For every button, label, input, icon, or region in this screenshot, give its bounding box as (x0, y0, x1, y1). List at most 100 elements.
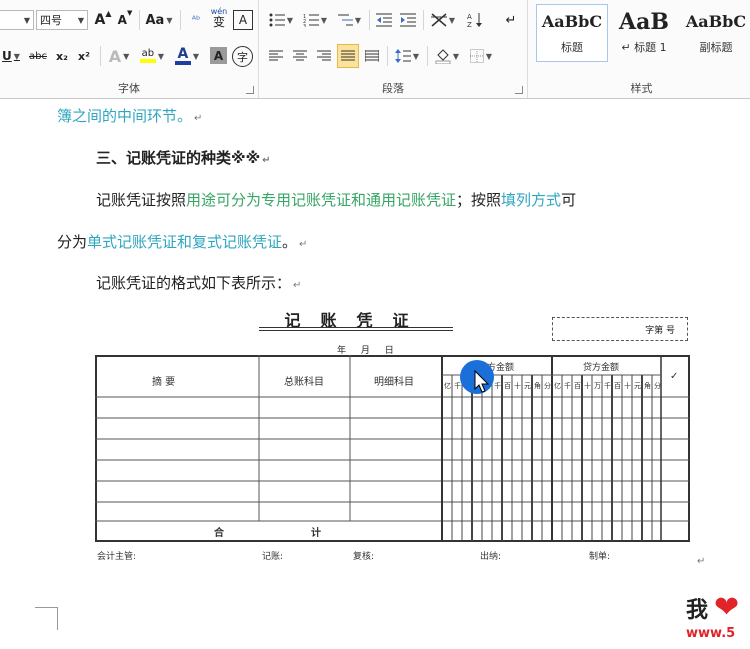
doc-line-1-text: 簿之间的中间环节。 (57, 107, 193, 125)
distributed-icon (365, 50, 379, 62)
total-label-a: 合 (214, 528, 224, 539)
paragraph-mark-icon: ↵ (505, 12, 517, 28)
chevron-down-icon: ▼ (23, 15, 31, 25)
svg-text:3: 3 (303, 24, 306, 27)
styles-group-label: 样式 (630, 82, 653, 95)
decrease-indent-icon (376, 13, 392, 27)
numbering-button[interactable]: 1 2 3 ▼ (299, 9, 331, 31)
watermark-text: 我 (686, 597, 709, 623)
chinese-layout-button[interactable]: ▼ (427, 9, 459, 31)
borders-icon (469, 49, 484, 63)
doc-paragraph-3: 分为单式记账凭证和复式记账凭证。 ↵ (57, 231, 307, 252)
sort-button[interactable]: AZ (464, 9, 486, 31)
character-shading-icon: A (213, 48, 224, 63)
bullets-button[interactable]: ▼ (265, 9, 297, 31)
enclose-characters-icon: 字 (237, 50, 248, 64)
subscript-icon: x₂ (56, 49, 68, 63)
paragraph-group: ▼ 1 2 3 ▼ ▼ ▼ AZ ↵ ▼ ▼ ▼ 段落 (259, 0, 528, 98)
p4-text: 记账凭证的格式如下表所示： (96, 274, 292, 292)
align-left-button[interactable] (265, 45, 287, 67)
underline-icon: U (2, 49, 12, 63)
p2-highlight-method: 填列方式 (501, 191, 562, 209)
paint-bucket-icon (435, 49, 451, 64)
col-credit-amount: 贷方金额 (583, 363, 620, 373)
svg-text:Z: Z (467, 21, 472, 28)
font-group-label: 字体 (118, 82, 140, 95)
highlight-button[interactable]: ab ▼ (136, 45, 168, 67)
chinese-layout-icon (430, 13, 447, 27)
shading-button[interactable]: ▼ (431, 45, 463, 67)
page-corner-mark (35, 607, 58, 630)
col-check: ✓ (670, 371, 679, 382)
subscript-button[interactable]: x₂ (52, 45, 72, 67)
strikethrough-button[interactable]: abc (26, 45, 50, 67)
p2-text-e: 可 (561, 191, 577, 209)
p2-highlight-purpose: 用途可分为专用记账凭证和通用记账凭证 (186, 191, 457, 209)
sort-icon: AZ (467, 13, 482, 28)
p3-text-c: 。 (282, 233, 298, 251)
doc-paragraph-4: 记账凭证的格式如下表所示： ↵ (96, 272, 301, 293)
change-case-icon: Aa (145, 12, 165, 28)
font-color-button[interactable]: A ▼ (172, 45, 202, 67)
show-marks-button[interactable]: ↵ (501, 9, 521, 31)
font-size-value: 四号 (40, 14, 62, 27)
heart-icon: ❤ (714, 590, 740, 625)
style-title-name: 标题 (561, 41, 583, 54)
align-center-button[interactable] (289, 45, 311, 67)
strikethrough-icon: abc (29, 50, 47, 62)
svg-text:A: A (467, 13, 472, 21)
ribbon: ▼ 四号 ▼ A ▲ A ▼ Aa ▼ ᴬᵇ wén 变 A U ▼ abc x… (0, 0, 750, 99)
style-title[interactable]: AaBbC 标题 (536, 4, 608, 62)
site-watermark: 我 ❤ www.5 (686, 590, 750, 649)
grow-font-icon: A (94, 12, 106, 28)
character-border-button[interactable]: A (233, 10, 253, 30)
font-size-combo[interactable]: 四号 ▼ (36, 10, 88, 30)
decrease-indent-button[interactable] (373, 9, 395, 31)
superscript-icon: x² (78, 49, 90, 63)
font-dialog-launcher-icon[interactable] (246, 86, 254, 94)
voucher-title-underline (259, 327, 453, 331)
style-subtitle-sample: AaBbC (685, 12, 747, 31)
character-shading-button[interactable]: A (210, 47, 227, 64)
credit-digit-units: 亿千百十万千百十元角分 (554, 382, 664, 390)
paragraph-mark: ↵ (194, 113, 203, 124)
shrink-font-button[interactable]: A ▼ (115, 9, 135, 31)
clear-formatting-button[interactable]: ᴬᵇ (185, 9, 207, 31)
shrink-font-icon: A (117, 13, 127, 27)
footer-reviewer: 复核: (353, 552, 375, 562)
justify-button[interactable] (337, 44, 359, 68)
multilevel-list-button[interactable]: ▼ (333, 9, 365, 31)
align-right-button[interactable] (313, 45, 335, 67)
text-effect-icon: A (108, 46, 122, 66)
bullets-icon (269, 13, 285, 27)
align-center-icon (293, 50, 307, 61)
change-case-button[interactable]: Aa ▼ (144, 9, 174, 31)
style-heading-1[interactable]: AaB ↵ 标题 1 (608, 4, 680, 62)
text-effect-button[interactable]: A ▼ (104, 45, 134, 67)
footer-supervisor: 会计主管: (97, 552, 137, 562)
col-summary: 摘 要 (152, 377, 176, 388)
superscript-button[interactable]: x² (74, 45, 94, 67)
borders-button[interactable]: ▼ (465, 45, 497, 67)
distributed-button[interactable] (361, 45, 383, 67)
footer-bookkeeper: 记账: (262, 552, 284, 562)
increase-indent-button[interactable] (397, 9, 419, 31)
underline-button[interactable]: U ▼ (0, 45, 24, 67)
footer-maker: 制单: (589, 552, 611, 562)
paragraph-mark: ↵ (293, 280, 302, 291)
section-heading-text: 三、记账凭证的种类※※ (96, 149, 261, 167)
total-label-b: 计 (311, 528, 321, 539)
highlighter-icon: ab (139, 49, 156, 63)
phonetic-guide-button[interactable]: wén 变 (208, 6, 230, 28)
paragraph-dialog-launcher-icon[interactable] (515, 86, 523, 94)
font-name-combo[interactable]: ▼ (0, 10, 34, 30)
line-spacing-button[interactable]: ▼ (391, 45, 423, 67)
watermark-url: www.5 (686, 626, 736, 641)
style-heading-1-sample: AaB (619, 9, 669, 35)
align-left-icon (269, 50, 283, 61)
style-subtitle[interactable]: AaBbC 副标题 (680, 4, 750, 62)
p2-text-a: 记账凭证按照 (96, 191, 187, 209)
grow-font-button[interactable]: A ▲ (92, 9, 114, 31)
align-right-icon (317, 50, 331, 61)
enclose-characters-button[interactable]: 字 (232, 46, 253, 67)
